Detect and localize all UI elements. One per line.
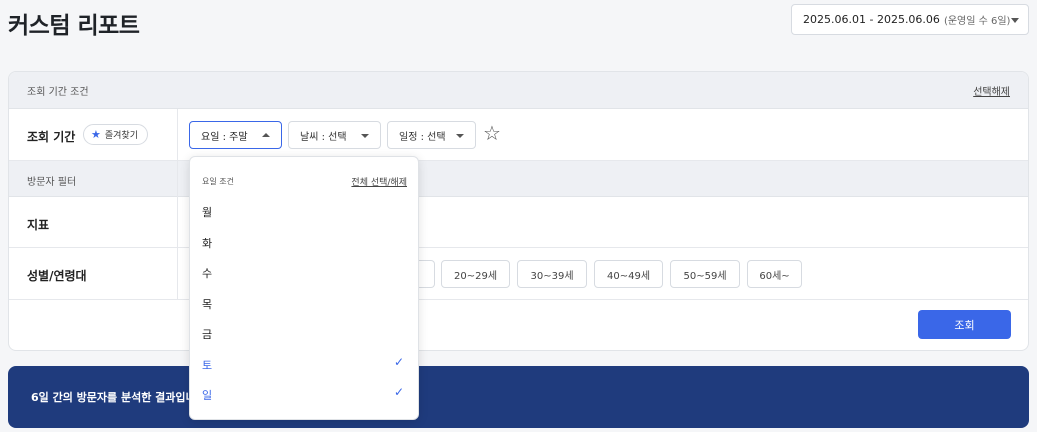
page-title: 커스텀 리포트 (8, 13, 140, 39)
day-option[interactable]: 월 (190, 196, 418, 226)
weather-select[interactable]: 날씨 : 선택 (288, 121, 381, 149)
star-outline-icon[interactable]: ☆ (483, 123, 501, 143)
age-chip-30s[interactable]: 30~39세 (517, 260, 587, 288)
schedule-select[interactable]: 일정 : 선택 (387, 121, 476, 149)
search-button[interactable]: 조회 (918, 310, 1011, 339)
day-condition-dropdown: 요일 조건 전체 선택/해제 월 화 수 목 금 토 ✓ 일 ✓ (189, 156, 419, 420)
age-chip-40s[interactable]: 40~49세 (594, 260, 663, 288)
chevron-up-icon (262, 133, 270, 137)
schedule-select-value: 일정 : 선택 (399, 131, 446, 143)
date-range-picker[interactable]: 2025.06.01 - 2025.06.06 (운영일 수 6일) (791, 4, 1029, 35)
visitor-filter-header: 방문자 필터 (9, 161, 1028, 197)
date-range-value: 2025.06.01 - 2025.06.06 (803, 13, 940, 26)
day-option[interactable]: 목 (190, 288, 418, 318)
condition-header-title: 조회 기간 조건 (27, 87, 89, 98)
result-banner-text: 6일 간의 방문자를 분석한 결과입니 (31, 391, 196, 404)
favorite-button[interactable]: ★ 즐겨찾기 (83, 124, 148, 145)
day-option[interactable]: 화 (190, 227, 418, 257)
day-option-label: 금 (202, 328, 213, 341)
weather-select-value: 날씨 : 선택 (300, 131, 347, 143)
gender-age-label: 성별/연령대 (27, 269, 87, 283)
age-chip-50s[interactable]: 50~59세 (670, 260, 740, 288)
check-icon: ✓ (393, 385, 404, 399)
chevron-down-icon (1011, 18, 1019, 23)
date-range-days: (운영일 수 6일) (943, 16, 1011, 27)
day-option[interactable]: 금 (190, 318, 418, 348)
day-option-label: 화 (202, 236, 213, 250)
report-condition-card: 조회 기간 조건 선택해제 조회 기간 ★ 즐겨찾기 요일 : 주말 날씨 : … (8, 71, 1029, 351)
check-icon: ✓ (393, 354, 404, 369)
dropdown-title: 요일 조건 (202, 177, 234, 186)
metric-row: 지표 (9, 197, 1028, 248)
day-option-label: 월 (202, 206, 213, 219)
day-option-label: 목 (202, 297, 213, 311)
day-select[interactable]: 요일 : 주말 (189, 121, 282, 149)
visitor-filter-title: 방문자 필터 (27, 177, 77, 188)
condition-header: 조회 기간 조건 선택해제 (9, 72, 1028, 109)
favorite-label: 즐겨찾기 (104, 131, 138, 141)
day-option-label: 토 (202, 358, 213, 372)
day-select-value: 요일 : 주말 (201, 131, 248, 143)
star-icon: ★ (91, 128, 101, 141)
period-row: 조회 기간 ★ 즐겨찾기 요일 : 주말 날씨 : 선택 일정 : 선택 ☆ (9, 109, 1028, 161)
age-chip-20s[interactable]: 20~29세 (441, 260, 510, 288)
result-banner: 6일 간의 방문자를 분석한 결과입니 (8, 366, 1029, 428)
day-option[interactable]: 수 (190, 257, 418, 287)
day-option[interactable]: 일 ✓ (190, 379, 418, 409)
column-divider (177, 109, 178, 299)
metric-label: 지표 (27, 218, 50, 232)
day-option-label: 수 (202, 267, 213, 280)
day-option-label: 일 (202, 389, 213, 402)
select-all-link[interactable]: 전체 선택/해제 (351, 175, 407, 188)
clear-selection-link[interactable]: 선택해제 (973, 83, 1010, 98)
period-label: 조회 기간 (27, 130, 76, 144)
chevron-down-icon (361, 134, 369, 138)
age-chip-60plus[interactable]: 60세~ (747, 260, 802, 288)
chevron-down-icon (456, 134, 464, 138)
day-option[interactable]: 토 ✓ (190, 349, 418, 379)
